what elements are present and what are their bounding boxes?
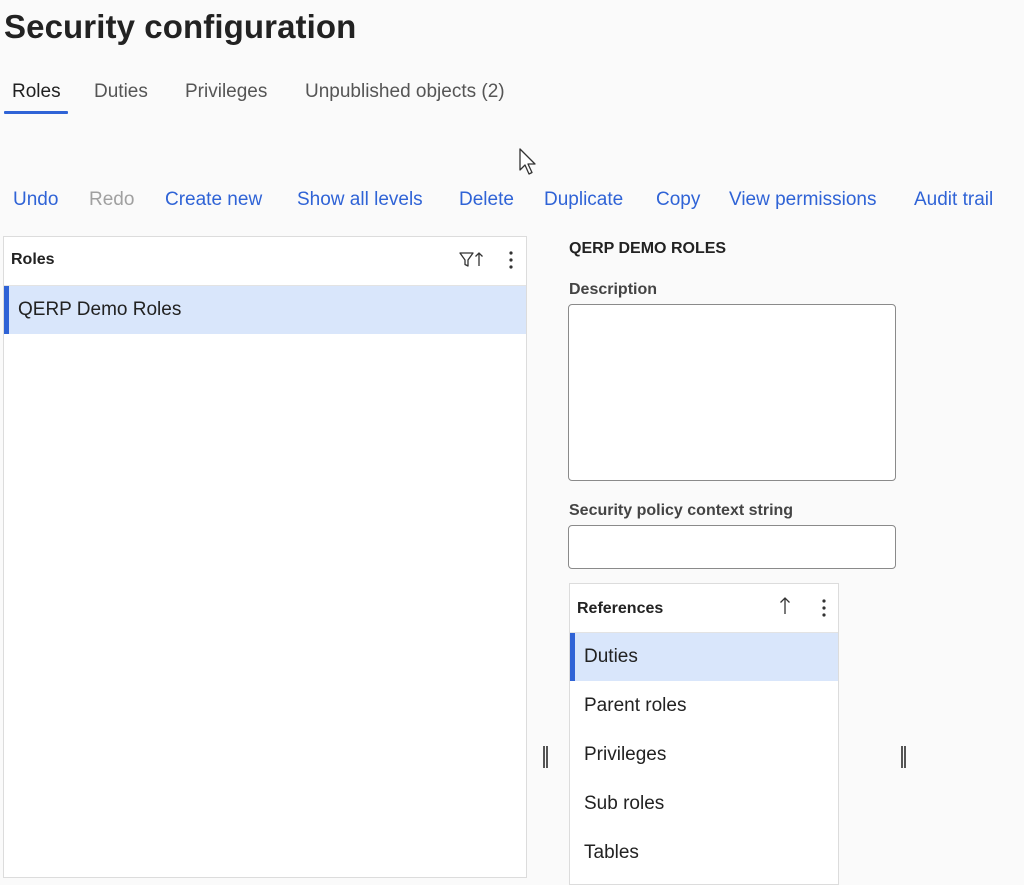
more-options-icon[interactable] xyxy=(819,597,829,624)
active-tab-indicator xyxy=(4,111,68,114)
role-name: QERP Demo Roles xyxy=(18,299,182,320)
page-title: Security configuration xyxy=(4,8,357,45)
table-row[interactable]: QERP Demo Roles xyxy=(4,286,526,334)
redo-button[interactable]: Redo xyxy=(89,186,134,214)
description-label: Description xyxy=(569,281,658,298)
copy-button[interactable]: Copy xyxy=(656,186,700,214)
tab-roles[interactable]: Roles xyxy=(12,78,61,114)
list-item[interactable]: Privileges xyxy=(570,731,838,779)
mouse-pointer-icon xyxy=(518,148,538,181)
reference-label: Duties xyxy=(584,646,638,667)
roles-grid: Roles QERP Demo Roles xyxy=(3,236,527,878)
undo-button[interactable]: Undo xyxy=(13,186,58,214)
tab-unpublished-objects[interactable]: Unpublished objects (2) xyxy=(305,78,505,114)
references-grid-header: References xyxy=(570,584,838,633)
tab-privileges[interactable]: Privileges xyxy=(185,78,267,114)
tab-duties[interactable]: Duties xyxy=(94,78,148,114)
security-policy-context-field[interactable] xyxy=(568,525,896,569)
role-details-title: QERP DEMO ROLES xyxy=(569,240,727,257)
list-item[interactable]: Parent roles xyxy=(570,682,838,730)
reference-label: Sub roles xyxy=(584,793,665,814)
references-grid-header-label[interactable]: References xyxy=(577,600,663,618)
splitter-handle-left[interactable] xyxy=(543,746,549,768)
create-new-button[interactable]: Create new xyxy=(165,186,262,214)
list-item[interactable]: Tables xyxy=(570,829,838,877)
reference-label: Parent roles xyxy=(584,695,687,716)
show-all-levels-button[interactable]: Show all levels xyxy=(297,186,423,214)
reference-label: Tables xyxy=(584,842,639,863)
delete-button[interactable]: Delete xyxy=(459,186,514,214)
list-item[interactable]: Sub roles xyxy=(570,780,838,828)
roles-grid-header-label[interactable]: Roles xyxy=(11,251,55,269)
description-field[interactable] xyxy=(568,304,896,481)
splitter-handle-right[interactable] xyxy=(901,746,907,768)
references-grid: References Duties Parent roles Privilege… xyxy=(569,583,839,885)
sort-ascending-icon[interactable] xyxy=(778,595,792,622)
reference-label: Privileges xyxy=(584,744,667,765)
roles-grid-header: Roles xyxy=(4,237,526,286)
security-policy-context-label: Security policy context string xyxy=(569,502,794,519)
duplicate-button[interactable]: Duplicate xyxy=(544,186,623,214)
filter-sort-icon[interactable] xyxy=(459,249,485,276)
audit-trail-button[interactable]: Audit trail xyxy=(914,186,993,214)
list-item[interactable]: Duties xyxy=(570,633,838,681)
view-permissions-button[interactable]: View permissions xyxy=(729,186,876,214)
more-options-icon[interactable] xyxy=(506,249,516,276)
